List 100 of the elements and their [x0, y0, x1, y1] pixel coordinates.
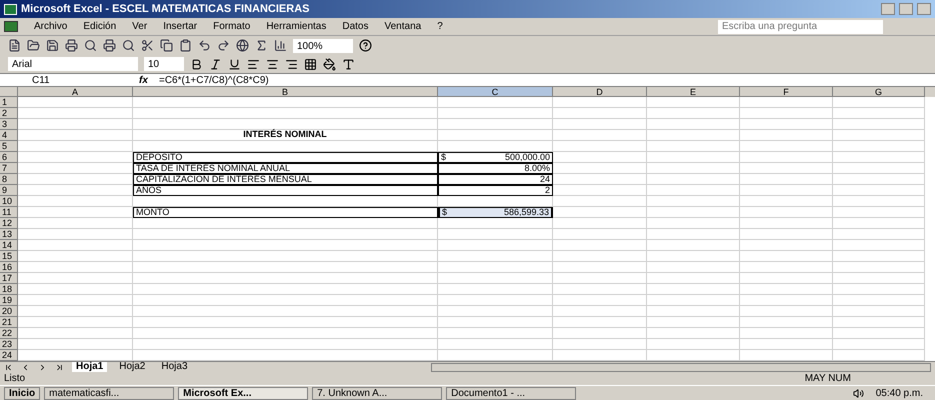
row-header[interactable]: 12 [0, 218, 18, 229]
table-cell[interactable] [740, 185, 833, 196]
table-cell[interactable] [833, 317, 925, 328]
table-cell[interactable] [18, 196, 133, 207]
menu-item[interactable]: Ventana [384, 19, 422, 34]
table-cell[interactable] [553, 196, 647, 207]
table-cell[interactable] [833, 328, 925, 339]
font-field[interactable]: Arial [8, 57, 138, 71]
table-cell[interactable] [438, 229, 553, 240]
menu-item[interactable]: Ver [132, 19, 148, 34]
table-cell[interactable] [647, 328, 740, 339]
column-header[interactable]: C [438, 87, 553, 97]
format-icon[interactable] [285, 58, 298, 70]
table-cell[interactable] [553, 262, 647, 273]
table-cell[interactable] [740, 350, 833, 361]
table-cell[interactable] [833, 251, 925, 262]
toolbar-icon[interactable] [46, 39, 59, 52]
table-cell[interactable] [438, 295, 553, 306]
table-cell[interactable] [18, 130, 133, 141]
toolbar-icon[interactable] [122, 39, 135, 52]
toolbar-icon[interactable] [274, 39, 287, 52]
toolbar-icon[interactable] [217, 39, 230, 52]
toolbar-icon[interactable] [179, 39, 192, 52]
table-cell[interactable] [438, 97, 553, 108]
table-cell[interactable] [438, 130, 553, 141]
table-cell[interactable] [647, 119, 740, 130]
table-cell[interactable] [647, 185, 740, 196]
toolbar-icon[interactable] [65, 39, 78, 52]
row-header[interactable]: 15 [0, 251, 18, 262]
table-cell[interactable] [833, 350, 925, 361]
minimize-button[interactable] [881, 3, 895, 15]
table-cell[interactable] [647, 339, 740, 350]
table-cell[interactable] [647, 317, 740, 328]
table-cell[interactable] [18, 163, 133, 174]
taskbar-button[interactable]: matematicasfi... [44, 386, 174, 400]
sheet-tab[interactable]: Hoja1 [72, 362, 108, 372]
help-search-field[interactable]: Escriba una pregunta [718, 20, 883, 34]
table-cell[interactable] [18, 185, 133, 196]
menu-item[interactable]: Formato [213, 19, 250, 34]
table-cell[interactable] [647, 97, 740, 108]
table-cell[interactable] [133, 317, 438, 328]
row-header[interactable]: 17 [0, 273, 18, 284]
table-cell[interactable] [553, 97, 647, 108]
table-cell[interactable] [133, 218, 438, 229]
menu-item[interactable]: Datos [342, 19, 368, 34]
table-cell[interactable] [438, 240, 553, 251]
table-cell[interactable] [740, 207, 833, 218]
table-cell[interactable]: CAPITALIZACION DE INTERÉS MENSUAL [133, 174, 438, 185]
table-cell[interactable] [740, 284, 833, 295]
table-cell[interactable] [647, 306, 740, 317]
table-cell[interactable] [833, 295, 925, 306]
table-cell[interactable] [553, 328, 647, 339]
row-header[interactable]: 3 [0, 119, 18, 130]
table-cell[interactable] [18, 317, 133, 328]
table-cell[interactable] [740, 240, 833, 251]
table-cell[interactable] [833, 196, 925, 207]
font-size-field[interactable]: 10 [144, 57, 184, 71]
table-cell[interactable] [438, 273, 553, 284]
table-cell[interactable] [833, 218, 925, 229]
table-cell[interactable] [18, 141, 133, 152]
close-button[interactable] [917, 3, 931, 15]
volume-icon[interactable] [852, 388, 864, 398]
zoom-field[interactable]: 100% [293, 38, 353, 52]
table-cell[interactable] [740, 251, 833, 262]
table-cell[interactable] [647, 218, 740, 229]
table-cell[interactable] [740, 163, 833, 174]
table-cell[interactable] [740, 152, 833, 163]
sheet-tab[interactable]: Hoja2 [115, 362, 150, 372]
table-cell[interactable]: $ 500,000.00 [438, 152, 553, 163]
row-header[interactable]: 5 [0, 141, 18, 152]
table-cell[interactable] [553, 240, 647, 251]
format-icon[interactable] [342, 58, 355, 70]
table-cell[interactable] [18, 295, 133, 306]
table-cell[interactable] [833, 229, 925, 240]
table-cell[interactable] [740, 328, 833, 339]
table-cell[interactable] [833, 262, 925, 273]
table-cell[interactable] [438, 306, 553, 317]
table-cell[interactable]: TASA DE INTERÉS NOMINAL ANUAL [133, 163, 438, 174]
table-cell[interactable] [553, 251, 647, 262]
row-header[interactable]: 6 [0, 152, 18, 163]
table-cell[interactable] [18, 108, 133, 119]
row-header[interactable]: 7 [0, 163, 18, 174]
table-cell[interactable] [133, 229, 438, 240]
table-cell[interactable] [833, 207, 925, 218]
table-cell[interactable] [833, 185, 925, 196]
table-cell[interactable] [18, 229, 133, 240]
table-cell[interactable] [553, 306, 647, 317]
table-cell[interactable]: 2 [438, 185, 553, 196]
table-cell[interactable] [18, 273, 133, 284]
table-cell[interactable] [647, 240, 740, 251]
table-cell[interactable] [740, 306, 833, 317]
table-cell[interactable] [833, 273, 925, 284]
table-cell[interactable] [438, 141, 553, 152]
row-header[interactable]: 11 [0, 207, 18, 218]
table-cell[interactable] [438, 262, 553, 273]
table-cell[interactable] [18, 328, 133, 339]
table-cell[interactable] [740, 97, 833, 108]
format-icon[interactable] [190, 58, 203, 70]
table-cell[interactable] [833, 130, 925, 141]
table-cell[interactable] [18, 339, 133, 350]
